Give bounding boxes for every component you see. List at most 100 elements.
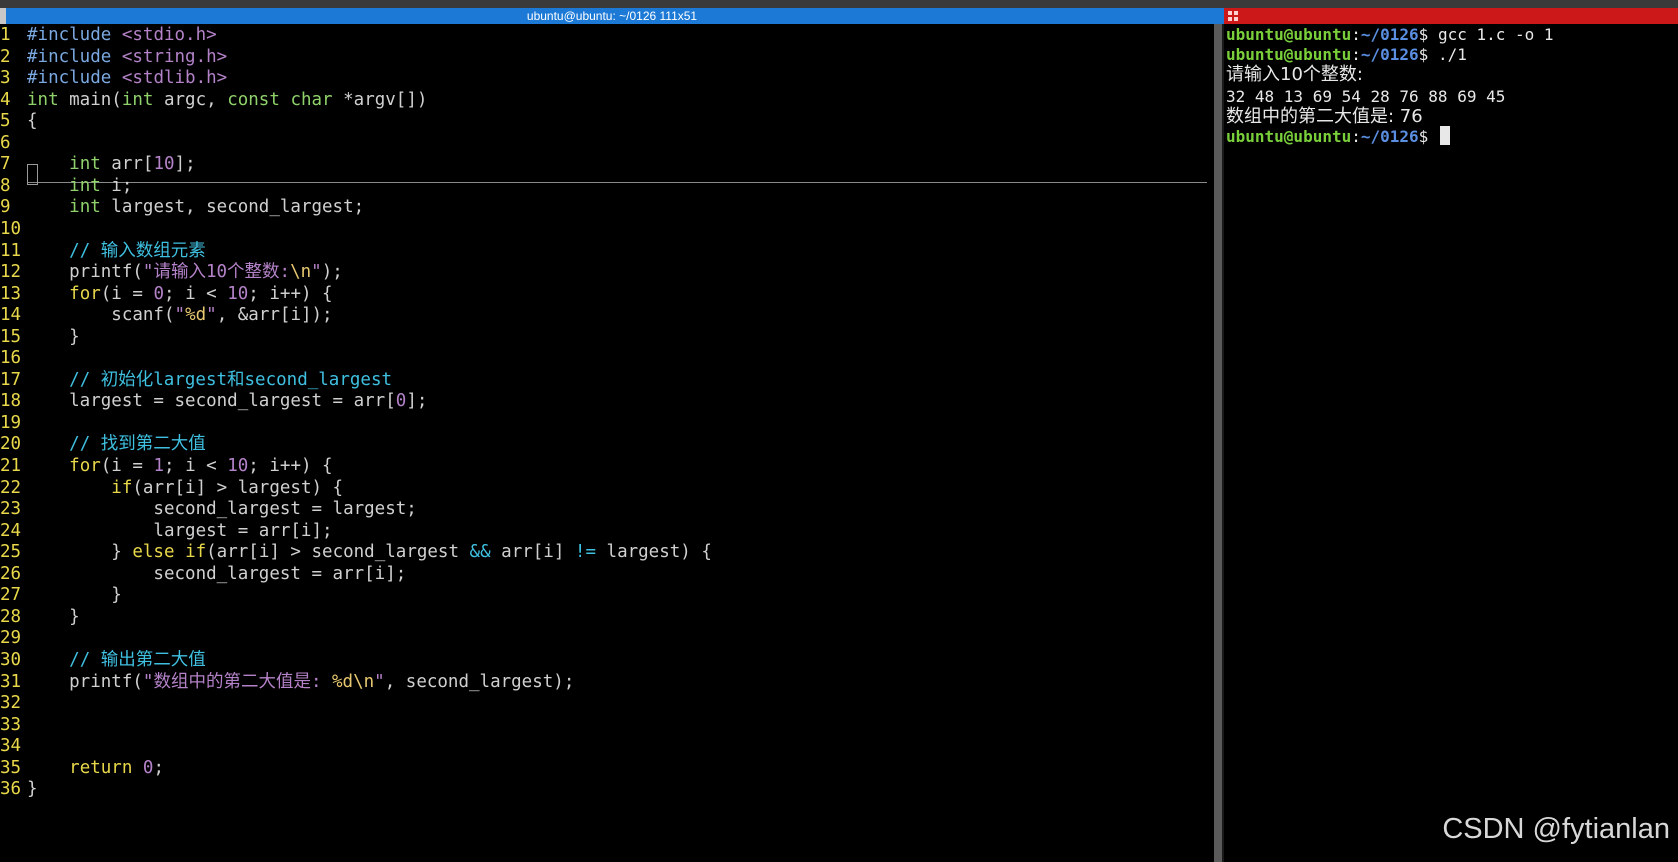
code-text: #include <string.h> <box>27 47 227 67</box>
code-token: i; <box>100 175 133 196</box>
code-token: "请输入10个整数: <box>142 262 291 283</box>
code-text: return 0; <box>27 758 164 778</box>
code-token: int <box>69 197 101 218</box>
code-text: second_largest = arr[i]; <box>27 564 406 584</box>
code-line[interactable]: 33 <box>0 714 27 737</box>
code-line[interactable]: 13 for(i = 0; i < 10; i++) { <box>0 283 333 306</box>
code-text: } <box>27 585 122 605</box>
code-line[interactable]: 16 <box>0 347 27 370</box>
terminal-line-prompt[interactable]: ubuntu@ubuntu:~/0126$ <box>1226 126 1450 148</box>
code-token: 0 <box>153 283 164 304</box>
code-line[interactable]: 26 second_largest = arr[i]; <box>0 563 406 586</box>
line-number: 34 <box>0 736 22 757</box>
code-line[interactable]: 30 // 输出第二大值 <box>0 649 206 672</box>
code-text: } else if(arr[i] > second_largest && arr… <box>27 542 712 562</box>
code-line[interactable]: 14 scanf("%d", &arr[i]); <box>0 304 333 327</box>
code-line[interactable]: 5{ <box>0 110 38 133</box>
code-token: 10 <box>227 456 249 476</box>
code-line[interactable]: 20 // 找到第二大值 <box>0 433 206 456</box>
code-line[interactable]: 17 // 初始化largest和second_largest <box>0 369 392 392</box>
code-line[interactable]: 34 <box>0 735 27 758</box>
line-number: 25 <box>0 542 22 563</box>
code-line[interactable]: 32 <box>0 692 27 715</box>
code-line[interactable]: 36} <box>0 778 38 801</box>
code-token: largest, second_largest; <box>100 197 365 218</box>
screen-top-strip <box>0 0 1678 8</box>
code-text: // 输出第二大值 <box>27 650 206 670</box>
prompt-dollar: $ <box>1418 25 1438 44</box>
code-line[interactable]: 11 // 输入数组元素 <box>0 240 206 263</box>
code-line[interactable]: 15 } <box>0 326 80 349</box>
code-line[interactable]: 8 int i; <box>0 175 132 198</box>
code-token: scanf( <box>27 305 175 326</box>
split-pane-icon[interactable] <box>1228 11 1238 21</box>
code-token: largest = second_largest = arr[ <box>27 391 396 412</box>
code-token: argc, <box>153 89 228 110</box>
code-token: " <box>206 305 217 326</box>
code-line[interactable]: 22 if(arr[i] > largest) { <box>0 477 343 500</box>
line-number: 15 <box>0 326 22 347</box>
code-line[interactable]: 9 int largest, second_largest; <box>0 196 364 219</box>
code-line[interactable]: 1 #include <stdio.h> <box>0 24 217 47</box>
prompt-path: ~/0126 <box>1360 127 1419 146</box>
code-token: ; i < <box>164 283 228 304</box>
code-line[interactable]: 21 for(i = 1; i < 10; i++) { <box>0 455 333 478</box>
code-token: 10 <box>153 154 175 175</box>
code-line[interactable]: 25 } else if(arr[i] > second_largest && … <box>0 541 712 564</box>
terminal-title-bar-left[interactable]: ubuntu@ubuntu: ~/0126 111x51 <box>0 8 1224 24</box>
line-number: 3 <box>0 68 11 89</box>
vim-editor-pane[interactable]: 1 #include <stdio.h> 2 #include <string.h> 3… <box>0 24 1214 862</box>
code-token: <string.h> <box>121 46 228 67</box>
code-line[interactable]: 10 <box>0 218 27 241</box>
code-token: char <box>290 89 333 110</box>
code-line[interactable]: 29 <box>0 627 27 650</box>
line-number: 33 <box>0 714 22 735</box>
terminal-title-bar-right[interactable] <box>1224 8 1678 24</box>
code-line[interactable]: 4 int main(int argc, const char *argv[]) <box>0 89 427 112</box>
prompt-path: ~/0126 <box>1360 25 1419 44</box>
terminal-pane[interactable]: ubuntu@ubuntu:~/0126$ gcc 1.c -o 1 ubunt… <box>1224 24 1678 862</box>
code-token: printf( <box>27 671 143 692</box>
code-line[interactable]: 2 #include <string.h> <box>0 46 227 69</box>
code-token: " <box>311 262 322 283</box>
code-token: arr[ <box>100 154 154 175</box>
line-number: 19 <box>0 412 22 433</box>
code-text: { <box>27 111 38 131</box>
code-line[interactable]: 27 } <box>0 584 122 607</box>
line-number: 21 <box>0 456 22 476</box>
code-line[interactable]: 31 printf("数组中的第二大值是: %d\n", second_larg… <box>0 671 574 694</box>
code-line[interactable]: 23 second_largest = largest; <box>0 498 417 521</box>
line-number: 22 <box>0 477 22 498</box>
code-line[interactable]: 18 largest = second_largest = arr[0]; <box>0 390 427 413</box>
code-line[interactable]: 24 largest = arr[i]; <box>0 520 333 543</box>
code-line[interactable]: 6 <box>0 132 27 155</box>
code-text: for(i = 0; i < 10; i++) { <box>27 283 332 304</box>
code-text: } <box>27 607 80 627</box>
code-line[interactable]: 19 <box>0 412 27 435</box>
code-text: printf("请输入10个整数:\n"); <box>27 262 343 282</box>
code-line[interactable]: 7 int arr[10]; <box>0 153 196 176</box>
code-line[interactable]: 35 return 0; <box>0 757 164 780</box>
line-number: 31 <box>0 671 22 692</box>
code-text: int main(int argc, const char *argv[]) <box>27 90 427 110</box>
code-text: } <box>27 327 80 347</box>
code-token: %d <box>185 305 207 326</box>
line-number: 14 <box>0 305 22 326</box>
pane-divider[interactable] <box>1214 24 1224 862</box>
line-number: 8 <box>0 175 11 196</box>
code-text: largest = arr[i]; <box>27 520 333 541</box>
code-line[interactable]: 3 #include <stdlib.h> <box>0 67 227 90</box>
code-token: ]; <box>406 391 428 412</box>
code-token: int <box>69 154 101 175</box>
code-line[interactable]: 12 printf("请输入10个整数:\n"); <box>0 261 343 284</box>
code-token: largest = arr[i]; <box>27 520 333 541</box>
code-text: #include <stdlib.h> <box>27 68 227 88</box>
code-line[interactable]: 28 } <box>0 606 80 629</box>
code-text: // 初始化largest和second_largest <box>27 370 392 390</box>
prompt-colon: : <box>1351 25 1361 44</box>
prompt-dollar: $ <box>1418 127 1438 146</box>
